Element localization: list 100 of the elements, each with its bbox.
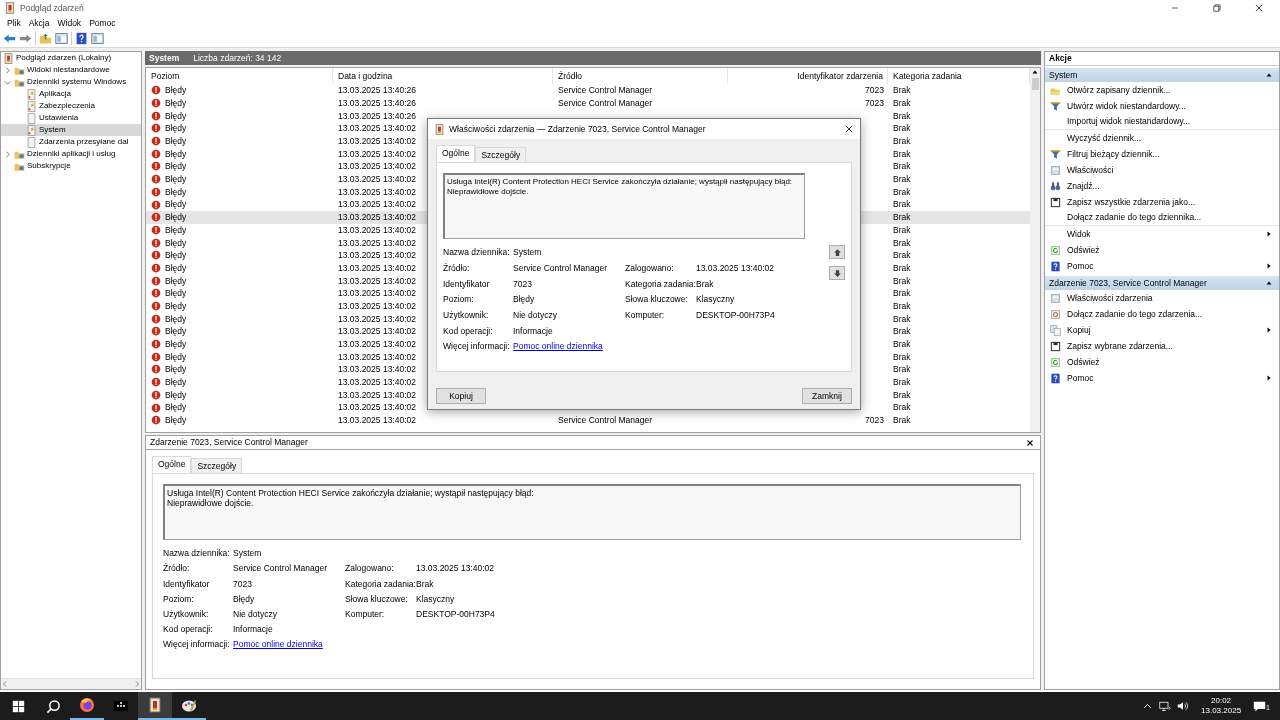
severity-text: Błędy	[165, 97, 187, 109]
tree-item[interactable]: System	[39, 125, 66, 135]
panel-icon[interactable]	[91, 32, 104, 45]
table-cell: Brak	[893, 275, 911, 286]
panel-icon[interactable]	[55, 32, 68, 45]
error-icon	[151, 186, 161, 197]
tree-item[interactable]: Ustawienia	[39, 113, 79, 123]
copy-button[interactable]: Kopiuj	[436, 388, 486, 405]
field-value: Informacje	[513, 325, 554, 336]
field-label: Użytkownik:	[163, 608, 210, 620]
scroll-thumb[interactable]	[1031, 78, 1039, 90]
help-icon[interactable]	[75, 32, 88, 45]
taskbar-app[interactable]	[138, 692, 172, 720]
close-button[interactable]: Zamknij	[802, 388, 852, 405]
help-icon	[1050, 372, 1061, 384]
action-item[interactable]: Dołącz zadanie do tego dziennika...	[1067, 212, 1202, 223]
collapse-icon[interactable]	[1265, 71, 1273, 79]
tree-item[interactable]: Zabezpieczenia	[39, 101, 96, 111]
action-item[interactable]: Właściwości	[1067, 164, 1114, 176]
severity-text: Błędy	[165, 186, 187, 197]
column-header[interactable]: Poziom	[146, 68, 333, 84]
scroll-up-icon[interactable]	[1031, 68, 1039, 76]
log-name: System	[149, 52, 180, 64]
action-item[interactable]: Wyczyść dziennik...	[1067, 132, 1142, 144]
column-header[interactable]: Data i godzina	[333, 68, 553, 84]
dialog-title: Właściwości zdarzenia — Zdarzenie 7023, Service Control Manager	[449, 123, 706, 135]
action-item[interactable]: Zapisz wybrane zdarzenia...	[1067, 340, 1173, 352]
viewer-icon	[147, 697, 163, 713]
tree-item[interactable]: Subskrypcje	[27, 161, 71, 171]
field-value: Nie dotyczy	[233, 608, 278, 620]
table-cell: 7023	[865, 415, 884, 426]
menu-item[interactable]: Pomoc	[85, 17, 120, 29]
network-icon[interactable]	[1159, 700, 1172, 712]
table-cell: Service Control Manager	[558, 85, 652, 96]
help-link[interactable]: Pomoc online dziennika	[233, 639, 345, 650]
tree-item[interactable]: Dzienniki systemu Windows	[27, 77, 127, 87]
volume-icon[interactable]	[1177, 700, 1190, 712]
windows-logo-icon[interactable]	[11, 699, 25, 713]
action-item[interactable]: Pomoc	[1067, 260, 1094, 272]
table-cell: 13.03.2025 13:40:02	[338, 313, 416, 324]
field-value: 13.03.2025 13:40:02	[416, 563, 495, 574]
error-icon	[151, 415, 161, 426]
table-cell: 7023	[865, 85, 884, 96]
severity-text: Błędy	[165, 364, 187, 375]
field-label: Nazwa dziennika:	[163, 548, 231, 559]
tree-item[interactable]: Widoki niestandardowe	[27, 65, 110, 75]
severity-text: Błędy	[165, 275, 187, 286]
action-item[interactable]: Dołącz zadanie do tego zdarzenia...	[1067, 308, 1203, 320]
action-item[interactable]: Kopiuj	[1067, 324, 1091, 336]
menu-item[interactable]: Akcja	[24, 17, 54, 29]
table-cell: Brak	[893, 136, 911, 147]
tab[interactable]: Ogólne	[436, 145, 476, 163]
error-icon	[151, 301, 161, 312]
collapse-icon[interactable]	[1265, 279, 1273, 287]
notification-icon[interactable]	[1253, 699, 1267, 713]
column-header[interactable]: Identyfikator zdarzenia	[728, 68, 888, 84]
close-button[interactable]	[844, 124, 854, 134]
action-item[interactable]: Właściwości zdarzenia	[1067, 292, 1153, 304]
action-item[interactable]: Otwórz zapisany dziennik...	[1067, 84, 1171, 96]
tab[interactable]: Ogólne	[152, 456, 192, 474]
table-cell: Brak	[893, 377, 911, 388]
error-icon	[151, 199, 161, 210]
menu-item[interactable]: Widok	[53, 17, 86, 29]
action-item[interactable]: Znajdź...	[1067, 180, 1100, 192]
action-item[interactable]: Odśwież	[1067, 244, 1100, 256]
severity-text: Błędy	[165, 224, 187, 235]
table-cell: 13.03.2025 13:40:26	[338, 97, 416, 109]
tree-item[interactable]: Dzienniki aplikacji i usług	[27, 149, 116, 159]
action-item[interactable]: Widok	[1067, 228, 1091, 240]
column-header[interactable]: Źródło	[553, 68, 728, 84]
action-item[interactable]: Odśwież	[1067, 356, 1100, 368]
severity-text: Błędy	[165, 288, 187, 299]
tab[interactable]: Szczegóły	[475, 147, 527, 163]
close-icon[interactable]	[1026, 438, 1034, 447]
previous-button[interactable]	[829, 245, 845, 260]
clock-time[interactable]: 20:02	[1211, 695, 1232, 706]
folder-up-icon[interactable]	[39, 32, 52, 45]
error-icon	[151, 174, 161, 185]
tab[interactable]: Szczegóły	[191, 458, 243, 474]
next-button[interactable]	[829, 266, 845, 281]
forward-icon[interactable]	[19, 32, 32, 45]
search-icon[interactable]	[45, 698, 61, 714]
action-item[interactable]: Zapisz wszystkie zdarzenia jako...	[1067, 196, 1196, 208]
close-icon[interactable]	[1254, 3, 1264, 13]
help-link[interactable]: Pomoc online dziennika	[513, 341, 625, 352]
menu-item[interactable]: Plik	[3, 17, 25, 29]
restore-icon[interactable]	[1212, 3, 1222, 13]
table-cell: Brak	[893, 212, 911, 223]
tree-item[interactable]: Zdarzenia przesyłane dal	[39, 137, 129, 147]
clock-date[interactable]: 13.03.2025	[1201, 706, 1242, 717]
action-item[interactable]: Filtruj bieżący dziennik...	[1067, 148, 1160, 160]
action-item[interactable]: Pomoc	[1067, 372, 1094, 384]
tree-item[interactable]: Podgląd zdarzeń (Lokalny)	[16, 53, 112, 63]
action-item[interactable]: Utwórz widok niestandardowy...	[1067, 100, 1186, 112]
tree-item[interactable]: Aplikacja	[39, 89, 71, 99]
table-cell: 13.03.2025 13:40:02	[338, 262, 416, 274]
field-value: DESKTOP-00H73P4	[416, 608, 496, 620]
back-icon[interactable]	[3, 32, 16, 45]
action-item[interactable]: Importuj widok niestandardowy...	[1067, 116, 1191, 127]
field-value: Błędy	[233, 593, 256, 604]
